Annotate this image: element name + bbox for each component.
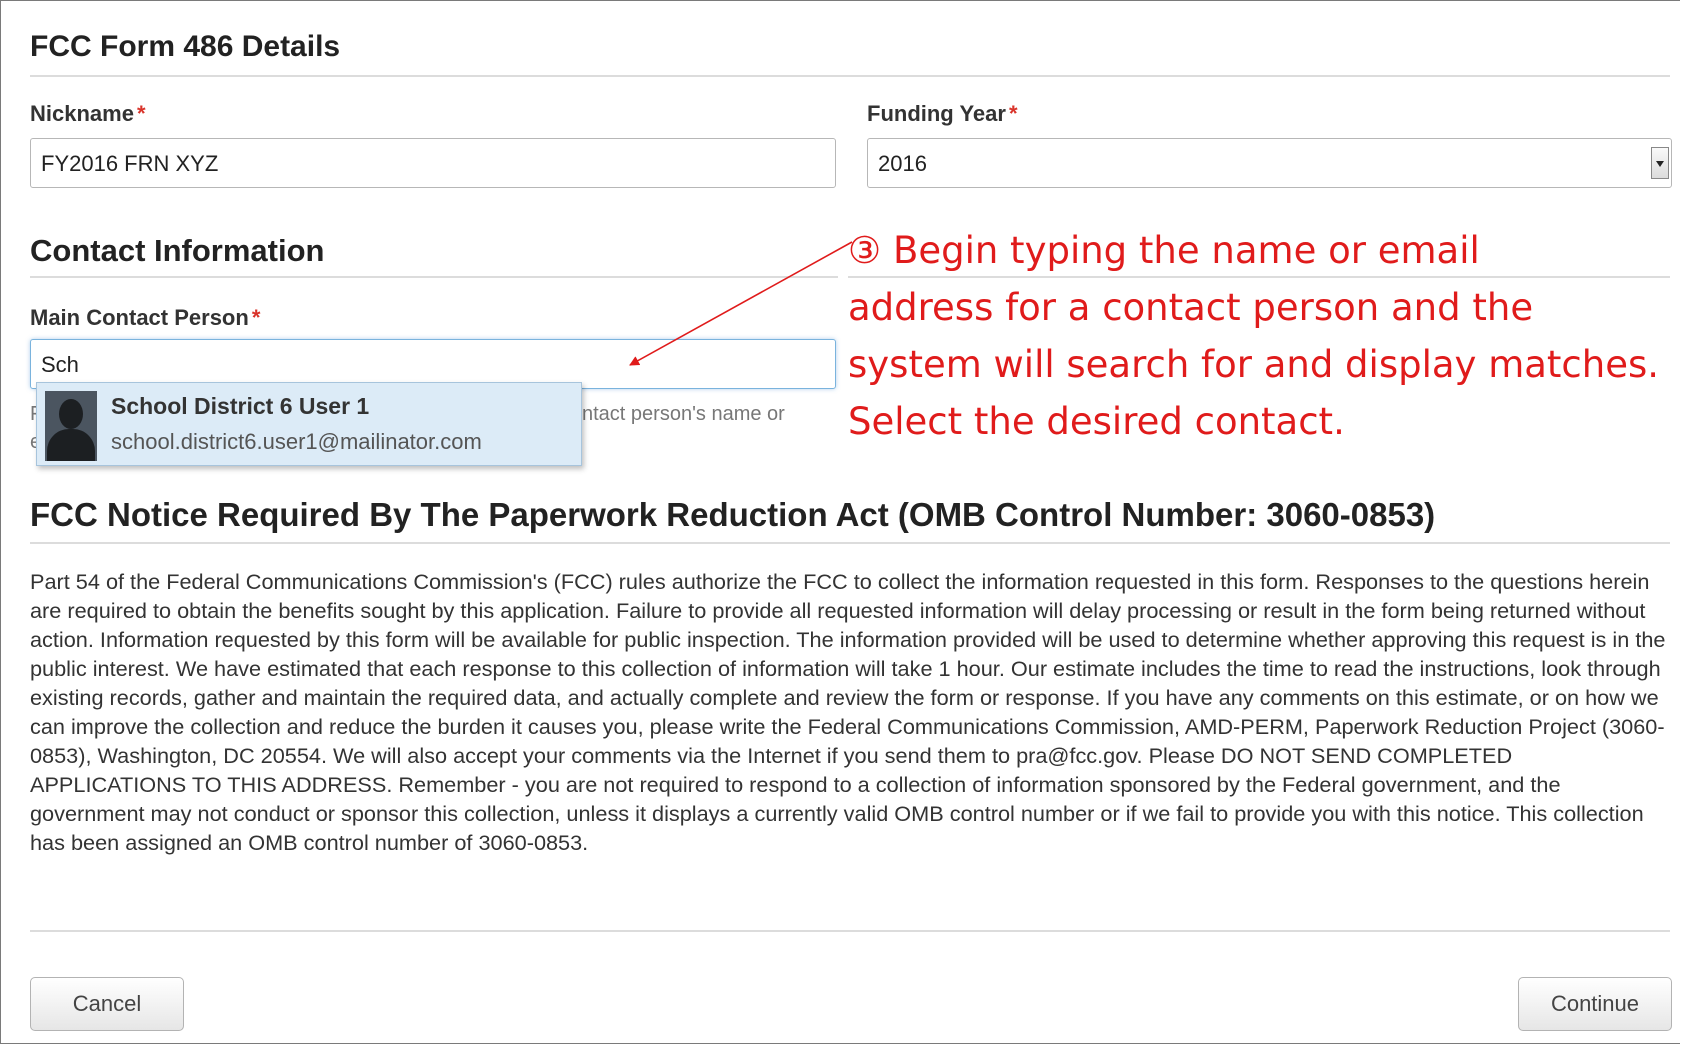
notice-body: Part 54 of the Federal Communications Co… xyxy=(30,569,1666,855)
contact-suggestion-item[interactable]: School District 6 User 1 school.district… xyxy=(36,382,582,466)
main-contact-label-text: Main Contact Person xyxy=(30,305,249,330)
main-contact-label: Main Contact Person * xyxy=(30,305,260,331)
cancel-button[interactable]: Cancel xyxy=(30,977,184,1031)
form-title: FCC Form 486 Details xyxy=(30,30,341,63)
notice-divider xyxy=(30,542,1670,544)
required-marker: * xyxy=(136,101,146,126)
nickname-label: Nickname * xyxy=(30,101,146,127)
annotation-line-1: ③ Begin typing the name or email xyxy=(848,222,1682,279)
nickname-input[interactable]: FY2016 FRN XYZ xyxy=(30,138,836,188)
avatar-shoulders xyxy=(47,429,95,461)
title-divider xyxy=(30,75,1670,77)
funding-year-label-text: Funding Year xyxy=(867,101,1006,126)
main-contact-value: Sch xyxy=(41,352,79,377)
footer-divider xyxy=(30,930,1670,932)
annotation-callout: ③ Begin typing the name or email address… xyxy=(848,222,1682,450)
contact-divider xyxy=(30,276,838,278)
nickname-value: FY2016 FRN XYZ xyxy=(41,151,219,176)
step-number-icon: ③ xyxy=(848,229,882,272)
annotation-text-1: Begin typing the name or email xyxy=(892,229,1480,272)
contact-section-title: Contact Information xyxy=(30,233,325,268)
suggestion-email: school.district6.user1@mailinator.com xyxy=(111,429,482,454)
contact-hint-right: ntact person's name or xyxy=(582,403,785,425)
required-marker: * xyxy=(1008,101,1018,126)
nickname-label-text: Nickname xyxy=(30,101,134,126)
annotation-line-2: address for a contact person and the xyxy=(848,286,1534,329)
chevron-down-icon[interactable] xyxy=(1651,147,1669,179)
continue-button[interactable]: Continue xyxy=(1518,977,1672,1031)
notice-title: FCC Notice Required By The Paperwork Red… xyxy=(30,496,1436,533)
funding-year-value: 2016 xyxy=(878,151,927,176)
avatar xyxy=(45,391,97,461)
funding-year-select[interactable]: 2016 xyxy=(867,138,1672,188)
suggestion-name: School District 6 User 1 xyxy=(111,393,370,419)
funding-year-label: Funding Year * xyxy=(867,101,1018,127)
annotation-line-4: Select the desired contact. xyxy=(848,400,1345,443)
avatar-head xyxy=(59,399,83,429)
required-marker: * xyxy=(251,305,261,330)
annotation-line-3: system will search for and display match… xyxy=(848,343,1660,386)
